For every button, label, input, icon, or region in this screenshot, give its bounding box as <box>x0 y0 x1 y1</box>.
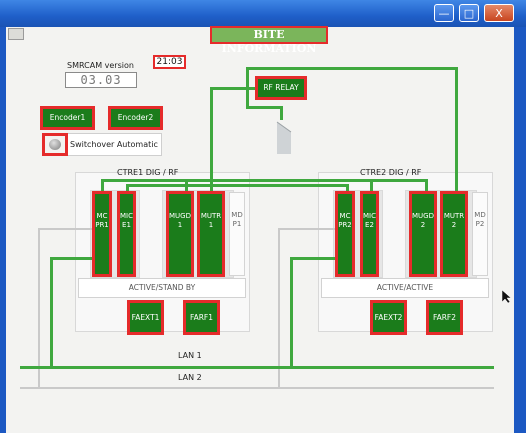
link-mutr1-up <box>210 87 213 193</box>
link-ctre2-lan2-v <box>278 228 280 388</box>
link-relay-left <box>210 87 258 90</box>
module-mice1[interactable]: MICE1 <box>117 191 136 277</box>
smrcam-version-display: 03.03 <box>65 72 137 88</box>
link-top-right <box>246 67 458 70</box>
link-bus-upper <box>101 179 428 182</box>
module-mutr1[interactable]: MUTR1 <box>197 191 225 277</box>
module-mdp2[interactable]: MDP2 <box>472 192 488 276</box>
switchover-label: Switchover Automatic <box>70 140 158 149</box>
faext2-button[interactable]: FAEXT2 <box>370 300 407 335</box>
ctre2-title: CTRE2 DIG / RF <box>360 168 422 177</box>
link-ctre1-lan1-v <box>50 257 53 368</box>
farf1-button[interactable]: FARF1 <box>183 300 220 335</box>
module-mcpr1[interactable]: MCPR1 <box>92 191 112 277</box>
smrcam-version-label: SMRCAM version <box>67 61 134 70</box>
close-button[interactable]: X <box>484 4 514 22</box>
lan1-line <box>20 366 494 369</box>
ctre2-mode-bar: ACTIVE/ACTIVE <box>321 278 489 298</box>
lan1-label: LAN 1 <box>178 351 202 360</box>
minimize-button[interactable]: — <box>434 4 454 22</box>
ctre1-title: CTRE1 DIG / RF <box>117 168 179 177</box>
system-menu-icon[interactable] <box>8 28 24 40</box>
module-mutr2[interactable]: MUTR2 <box>440 191 468 277</box>
clock-display: 21:03 <box>153 55 186 69</box>
module-mice2[interactable]: MICE2 <box>360 191 379 277</box>
rf-relay-switch-icon <box>276 121 292 154</box>
lan2-label: LAN 2 <box>178 373 202 382</box>
maximize-button[interactable]: □ <box>459 4 479 22</box>
module-mcpr2[interactable]: MCPR2 <box>335 191 355 277</box>
link-ctre2-lan1-h <box>290 257 340 260</box>
link-banner-down <box>246 67 249 98</box>
link-ctre2-lan2-h <box>278 228 340 230</box>
faext1-button[interactable]: FAEXT1 <box>127 300 164 335</box>
encoder1-button[interactable]: Encoder1 <box>40 106 95 130</box>
bite-information-title: BITE INFORMATION <box>210 26 328 55</box>
module-mugd2[interactable]: MUGD2 <box>409 191 437 277</box>
encoder2-button[interactable]: Encoder2 <box>108 106 163 130</box>
module-mugd1[interactable]: MUGD1 <box>166 191 194 277</box>
link-ctre1-lan2-v <box>38 228 40 388</box>
mouse-cursor-icon <box>502 290 512 304</box>
link-switch-h <box>246 106 282 109</box>
module-mdp1[interactable]: MDP1 <box>229 192 245 276</box>
link-bus-lower <box>126 184 348 187</box>
link-switch-v <box>280 106 283 120</box>
link-ctre1-lan2-h <box>38 228 98 230</box>
link-mutr2-up <box>455 67 458 193</box>
link-ctre1-lan1-h <box>50 257 98 260</box>
lan2-line <box>20 387 494 389</box>
rf-relay-button[interactable]: RF RELAY <box>255 76 307 100</box>
switchover-lamp-icon <box>49 139 61 150</box>
ctre1-mode-bar: ACTIVE/STAND BY <box>78 278 246 298</box>
link-ctre2-lan1-v <box>290 257 293 368</box>
farf2-button[interactable]: FARF2 <box>426 300 463 335</box>
